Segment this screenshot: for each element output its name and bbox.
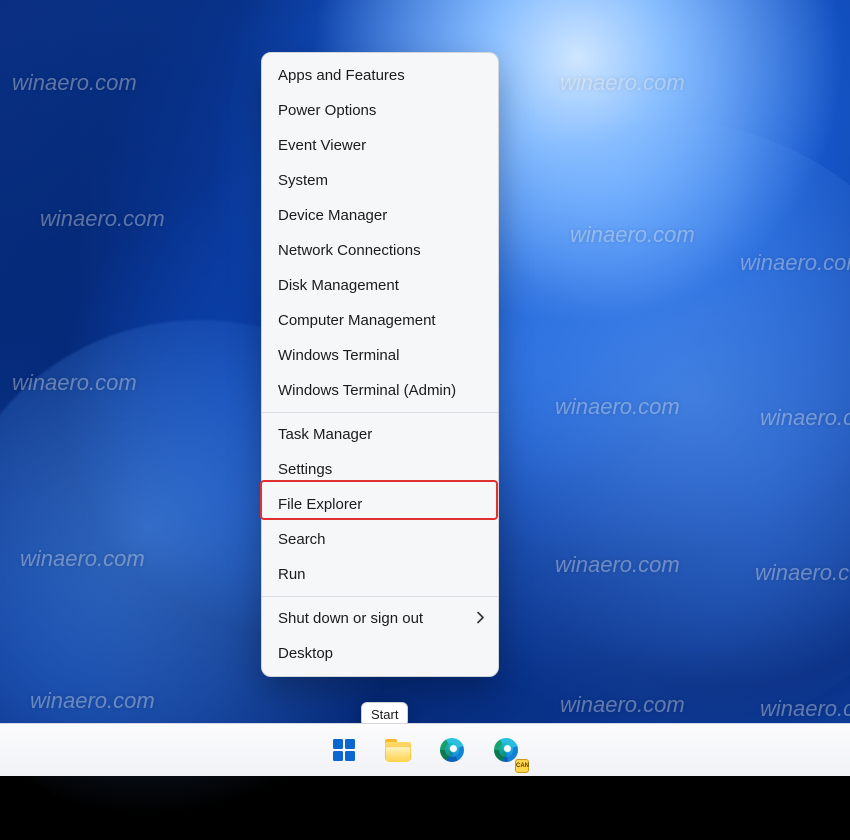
menu-item-windows-terminal[interactable]: Windows Terminal (262, 338, 498, 373)
menu-item-label: Task Manager (278, 426, 372, 443)
menu-item-shut-down-or-sign-out[interactable]: Shut down or sign out (262, 601, 498, 636)
menu-item-event-viewer[interactable]: Event Viewer (262, 128, 498, 163)
taskbar: CAN (0, 723, 850, 776)
chevron-right-icon (477, 610, 485, 627)
menu-item-label: Shut down or sign out (278, 610, 423, 627)
menu-item-computer-management[interactable]: Computer Management (262, 303, 498, 338)
menu-item-settings[interactable]: Settings (262, 452, 498, 487)
edge-icon (440, 738, 464, 762)
menu-item-label: File Explorer (278, 496, 362, 513)
taskbar-edge-canary[interactable]: CAN (486, 730, 526, 770)
menu-item-label: Event Viewer (278, 137, 366, 154)
canary-badge: CAN (515, 759, 529, 773)
menu-separator (262, 596, 498, 597)
windows-logo-icon (333, 739, 355, 761)
menu-item-apps-and-features[interactable]: Apps and Features (262, 58, 498, 93)
menu-item-label: Power Options (278, 102, 376, 119)
menu-item-label: Network Connections (278, 242, 421, 259)
menu-item-label: Windows Terminal (278, 347, 399, 364)
start-button[interactable] (324, 730, 364, 770)
menu-item-disk-management[interactable]: Disk Management (262, 268, 498, 303)
edge-canary-icon (494, 738, 518, 762)
menu-item-file-explorer[interactable]: File Explorer (262, 487, 498, 522)
menu-item-label: Disk Management (278, 277, 399, 294)
menu-item-label: Windows Terminal (Admin) (278, 382, 456, 399)
menu-separator (262, 412, 498, 413)
taskbar-file-explorer[interactable] (378, 730, 418, 770)
menu-item-label: System (278, 172, 328, 189)
menu-item-device-manager[interactable]: Device Manager (262, 198, 498, 233)
menu-item-label: Computer Management (278, 312, 436, 329)
menu-item-system[interactable]: System (262, 163, 498, 198)
menu-item-power-options[interactable]: Power Options (262, 93, 498, 128)
menu-item-search[interactable]: Search (262, 522, 498, 557)
menu-item-windows-terminal-admin[interactable]: Windows Terminal (Admin) (262, 373, 498, 408)
menu-item-label: Desktop (278, 645, 333, 662)
menu-item-network-connections[interactable]: Network Connections (262, 233, 498, 268)
menu-item-label: Apps and Features (278, 67, 405, 84)
folder-icon (385, 739, 411, 761)
menu-item-run[interactable]: Run (262, 557, 498, 592)
taskbar-edge[interactable] (432, 730, 472, 770)
menu-item-desktop[interactable]: Desktop (262, 636, 498, 671)
menu-item-label: Device Manager (278, 207, 387, 224)
menu-item-task-manager[interactable]: Task Manager (262, 417, 498, 452)
menu-item-label: Settings (278, 461, 332, 478)
power-user-menu: Apps and Features Power Options Event Vi… (261, 52, 499, 677)
menu-item-label: Search (278, 531, 326, 548)
menu-item-label: Run (278, 566, 306, 583)
